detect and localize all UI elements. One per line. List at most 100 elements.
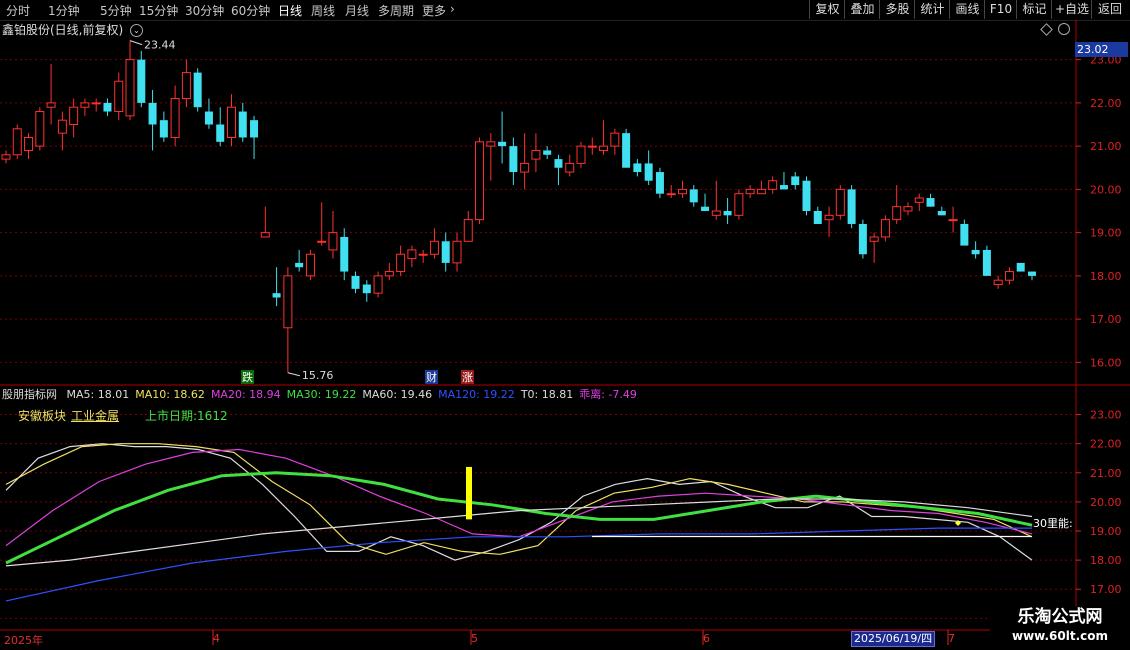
x-label-year: 2025年 [4,634,43,647]
candle-52 [587,137,597,155]
indicator-series [5,443,1033,602]
indicator-value-6: T0: 18.81 [520,388,574,401]
candle-body [914,197,924,203]
candle-body [847,189,856,224]
candle-body [170,98,180,138]
series-line-ma20 [5,448,1033,547]
indicator-value-0: MA5: 18.01 [66,388,130,401]
candle-11 [125,40,135,121]
candle-86 [971,241,980,259]
candle-4 [46,63,56,125]
candle-5 [57,111,67,151]
indicator-value-2: MA20: 18.94 [210,388,281,401]
candle-58 [655,167,664,199]
candle-74 [835,185,845,220]
sector-label: 安徽板块 [18,409,67,423]
candle-body [599,145,609,151]
chart-canvas[interactable]: 23.00 22.00 21.00 20.00 19.00 18.00 17.00 16.00… [0,0,1130,650]
candle-37 [418,249,428,263]
watermark-url: www.60lt.com [1011,629,1109,643]
chart-grid [0,20,1130,650]
candle-67 [756,180,766,195]
candle-body [701,206,710,211]
y-tick-label-top-2: 21.00 [1090,140,1122,153]
indicator-value-5: MA120: 19.22 [438,388,515,401]
candle-body [948,219,958,222]
candle-body [418,253,428,256]
candle-63 [711,180,721,220]
candle-body [463,219,473,242]
candle-83 [937,206,946,216]
x-label-may: 5 [471,632,478,645]
candle-28 [317,202,327,246]
candle-body [971,249,980,255]
candle-26 [295,249,304,272]
candle-body [384,271,394,277]
candle-body [328,232,338,251]
y-tick-label-bottom-2: 21.00 [1090,467,1122,480]
candle-61 [689,185,698,207]
indicator-name[interactable]: 股朋指标网 [2,388,57,401]
candle-1 [12,124,22,160]
candle-body [216,124,225,142]
candle-46 [520,133,530,190]
current-price-tag: 23.02 [1075,42,1128,57]
candle-body [689,189,698,203]
chevron-down-icon[interactable]: ⌄ [130,24,144,37]
x-label-apr: 4 [213,632,220,645]
candle-body [509,146,518,173]
candle-25 [283,267,293,373]
signal-bar [466,466,472,520]
indicator-value-7: 乖离: -7.49 [579,388,637,401]
candle-10 [114,72,124,121]
candle-body [937,211,946,216]
candle-0 [1,150,11,164]
candle-body [824,214,834,221]
candle-24 [272,267,281,307]
settings-circle-icon[interactable] [1058,23,1070,35]
signal-cai-badge-text: 财 [426,370,437,384]
candle-39 [441,232,450,272]
candle-15 [170,85,180,147]
chart-annotations: 23.44 15.76 跌 财 涨 [129,39,474,384]
candle-66 [745,185,755,199]
candle-body [554,159,563,168]
candle-body [351,275,360,289]
y-tick-label-top-6: 17.00 [1090,313,1122,326]
signal-zhang-badge-text: 涨 [462,371,473,384]
candle-body [610,132,620,147]
candle-44 [498,111,507,164]
candle-body [283,275,293,329]
candle-48 [543,146,552,160]
candle-body [148,102,157,125]
candle-body [711,210,721,216]
candle-body [655,172,664,194]
stock-title-bar: 鑫铂股份(日线,前复权) ⌄ [2,21,144,38]
candle-14 [159,111,168,142]
candle-body [69,106,79,125]
candle-88 [993,275,1003,289]
candle-90 [1016,262,1025,272]
y-tick-label-bottom-6: 17.00 [1090,583,1122,596]
candle-body [91,102,101,105]
candle-body [373,275,383,294]
watermark: 乐淘公式网 www.60lt.com [990,606,1130,650]
candle-77 [869,232,879,263]
candle-body [543,150,552,155]
y-tick-label-bottom-5: 18.00 [1090,554,1122,567]
candle-8 [91,98,101,112]
candle-body [35,111,45,147]
candle-75 [847,185,856,229]
candle-body [892,206,902,221]
candle-49 [554,154,563,186]
candle-body [633,163,642,173]
candle-50 [565,154,575,177]
candle-45 [509,137,518,186]
candle-53 [599,120,609,155]
candle-30 [340,228,349,281]
candle-body [204,111,213,125]
candle-22 [250,115,259,160]
y-tick-label-bottom-3: 20.00 [1090,496,1122,509]
industry-label[interactable]: 工业金属 [71,407,119,424]
candle-body [576,145,586,164]
